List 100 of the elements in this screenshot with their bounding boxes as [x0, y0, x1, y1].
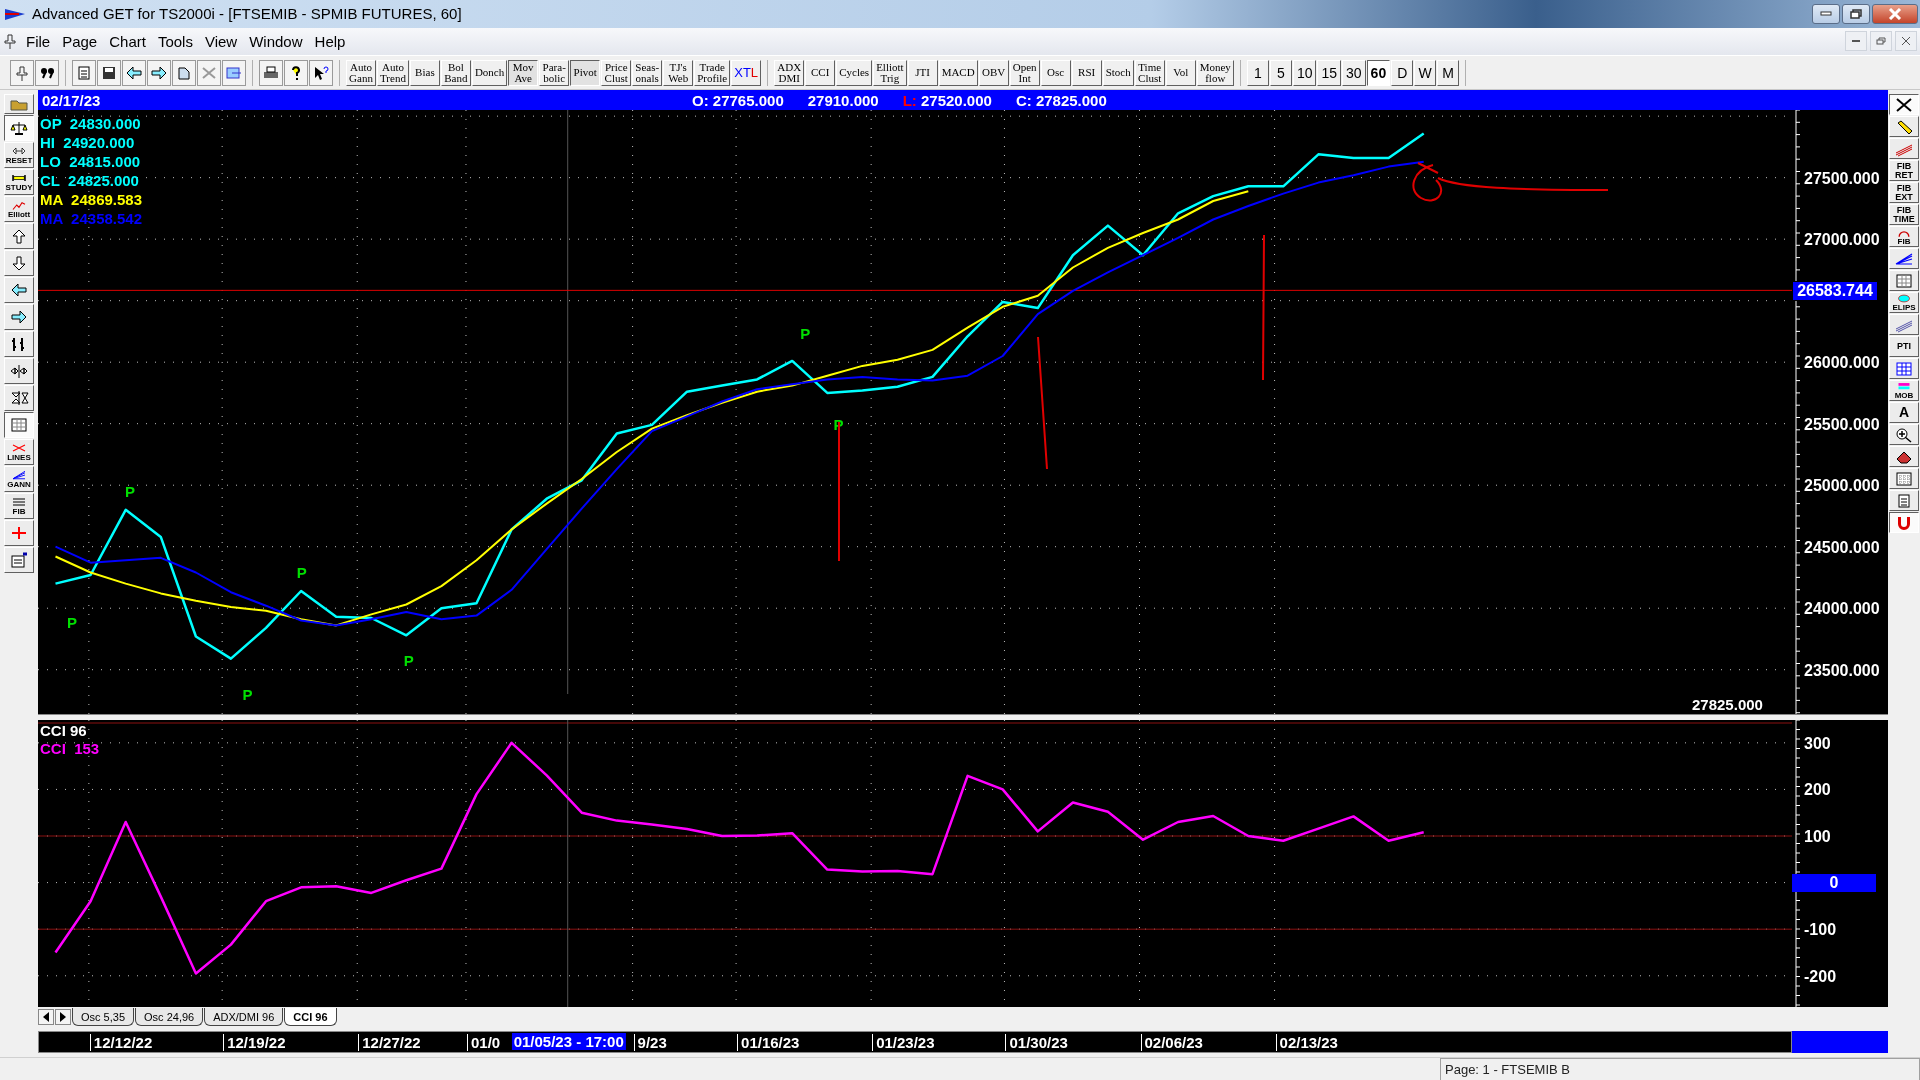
tool-button[interactable]: GANN [4, 466, 34, 493]
menu-item[interactable]: File [20, 32, 57, 50]
tool-button[interactable]: FIB RET [1889, 160, 1919, 182]
chart-tool-button[interactable]: Auto Trend [377, 59, 409, 86]
menu-item[interactable]: Chart [103, 32, 152, 50]
toolbar-button[interactable] [147, 59, 171, 86]
interval-button[interactable]: 5 [1269, 59, 1292, 86]
axis-label: 300 [1804, 735, 1831, 753]
interval-button[interactable]: 30 [1342, 59, 1366, 86]
tool-button[interactable]: ELIPS [1889, 292, 1919, 314]
checker-icon [1893, 470, 1915, 487]
chart-tool-button[interactable]: TJ's Web [663, 59, 694, 86]
menu-item[interactable]: Help [308, 32, 352, 50]
chart-tool-button[interactable]: Para- bolic [539, 59, 570, 86]
chart-tool-button[interactable]: Trade Profile [694, 59, 731, 86]
grid-icon [1893, 272, 1915, 289]
indicator-button[interactable]: Stoch [1102, 59, 1134, 86]
legend-entry: OP 24830.000 [40, 114, 142, 134]
restore-icon [1876, 37, 1886, 46]
legend-entry: MA 24358.542 [40, 209, 142, 229]
chart-tool-button[interactable]: Auto Gann [346, 59, 376, 86]
chart-tool-button[interactable]: Bias [409, 59, 440, 86]
study-tab[interactable]: Osc 24,96 [135, 1008, 204, 1027]
indicator-button[interactable]: CCI [805, 59, 836, 86]
tool-button[interactable]: A [1889, 402, 1919, 424]
interval-button[interactable]: W [1414, 59, 1437, 86]
tool-button[interactable]: LINES [4, 439, 34, 466]
indicator-button[interactable]: Time Clust [1134, 59, 1165, 86]
indicator-button[interactable]: Osc [1040, 59, 1071, 86]
quote-field: C: 27825.000 [1015, 91, 1107, 109]
menu-item[interactable]: Window [243, 32, 309, 50]
interval-button[interactable]: D [1391, 59, 1414, 86]
indicator-button[interactable]: RSI [1071, 59, 1102, 86]
restore-icon [1850, 8, 1862, 19]
interval-button[interactable]: 1 [1246, 59, 1269, 86]
toolbar-button[interactable] [309, 59, 333, 86]
tool-button[interactable] [4, 115, 34, 142]
chart-tool-button[interactable]: Donch [471, 59, 508, 86]
indicator-button[interactable]: Open Int [1009, 59, 1040, 86]
minimize-button[interactable] [1812, 3, 1840, 24]
date-label: 01/23/23 [872, 1034, 935, 1052]
interval-button[interactable]: M [1437, 59, 1460, 86]
pivot-label: P [124, 483, 135, 501]
chart-tool-button[interactable]: Seas- onals [632, 59, 663, 86]
interval-button[interactable]: 60 [1366, 59, 1391, 86]
study-tab[interactable]: ADX/DMI 96 [204, 1008, 284, 1027]
scroll-right-button[interactable] [55, 1009, 71, 1026]
indicator-button[interactable]: Elliott Trig [873, 59, 907, 86]
indicator-button[interactable]: JTI [907, 59, 938, 86]
indicator-button[interactable]: ADX DMI [774, 59, 805, 86]
chart-tool-button[interactable]: Bol Band [440, 59, 471, 86]
close-button[interactable] [1872, 3, 1918, 24]
tool-button[interactable]: MOB [1889, 380, 1919, 402]
quote-field: O: 27765.000 [692, 91, 784, 109]
menu-item[interactable]: View [198, 32, 244, 50]
date-label: 9/23 [633, 1034, 667, 1052]
pivot-label: P [242, 686, 253, 704]
scroll-left-button[interactable] [38, 1009, 54, 1026]
indicator-button[interactable]: MACD [938, 59, 978, 86]
quote-date: 02/17/23 [42, 91, 102, 109]
interval-button[interactable]: 10 [1292, 59, 1317, 86]
legend-entry: LO 24815.000 [40, 152, 142, 172]
chart-tool-button[interactable]: Mov Ave [508, 59, 539, 86]
indicator-button[interactable]: OBV [978, 59, 1009, 86]
indicator-button[interactable]: Money flow [1196, 59, 1234, 86]
axis-label: 23500.000 [1804, 662, 1880, 680]
menu-item[interactable]: Tools [151, 32, 199, 50]
menu-item[interactable]: Page [56, 32, 104, 50]
tool-button[interactable] [4, 412, 34, 439]
indicator-button[interactable]: Cycles [836, 59, 873, 86]
pivot-label: P [296, 564, 307, 582]
restore-button[interactable] [1870, 31, 1892, 52]
toolbar-button[interactable] [35, 59, 59, 86]
axis-label: 24000.000 [1804, 600, 1880, 618]
tool-button[interactable]: RESET [4, 142, 34, 169]
chart-tool-button[interactable]: XTL [731, 59, 762, 86]
indicator-button[interactable]: Vol [1165, 59, 1196, 86]
tool-button[interactable]: Elliott [4, 196, 34, 223]
axis-label: -100 [1804, 921, 1837, 939]
tool-button[interactable]: FIB TIME [1889, 204, 1919, 226]
chart-tool-button[interactable]: Pivot [570, 59, 601, 86]
status-text: Page: 1 - FTSEMIB B [1440, 1058, 1920, 1080]
tool-button[interactable]: PTI [1889, 336, 1919, 358]
chart-tool-button[interactable]: Price Clust [601, 59, 632, 86]
axis-label: 24500.000 [1804, 539, 1880, 557]
toolbar-button[interactable] [97, 59, 121, 86]
print-icon [261, 64, 281, 81]
maximize-button[interactable] [1842, 3, 1870, 24]
interval-button[interactable]: 15 [1317, 59, 1342, 86]
study-tab[interactable]: CCI 96 [284, 1008, 337, 1027]
tool-button[interactable]: FIB [1889, 226, 1919, 248]
tool-button[interactable]: FIB EXT [1889, 182, 1919, 204]
tool-button[interactable]: STUDY [4, 169, 34, 196]
study-tab[interactable]: Osc 5,35 [72, 1008, 135, 1027]
toolbar-button[interactable] [122, 59, 146, 86]
toolbar-button[interactable] [259, 59, 283, 86]
tool-button[interactable] [1889, 512, 1919, 534]
toolbar-button[interactable] [284, 59, 308, 86]
tool-button[interactable] [1889, 94, 1919, 116]
tool-button[interactable]: FIB [4, 493, 34, 520]
